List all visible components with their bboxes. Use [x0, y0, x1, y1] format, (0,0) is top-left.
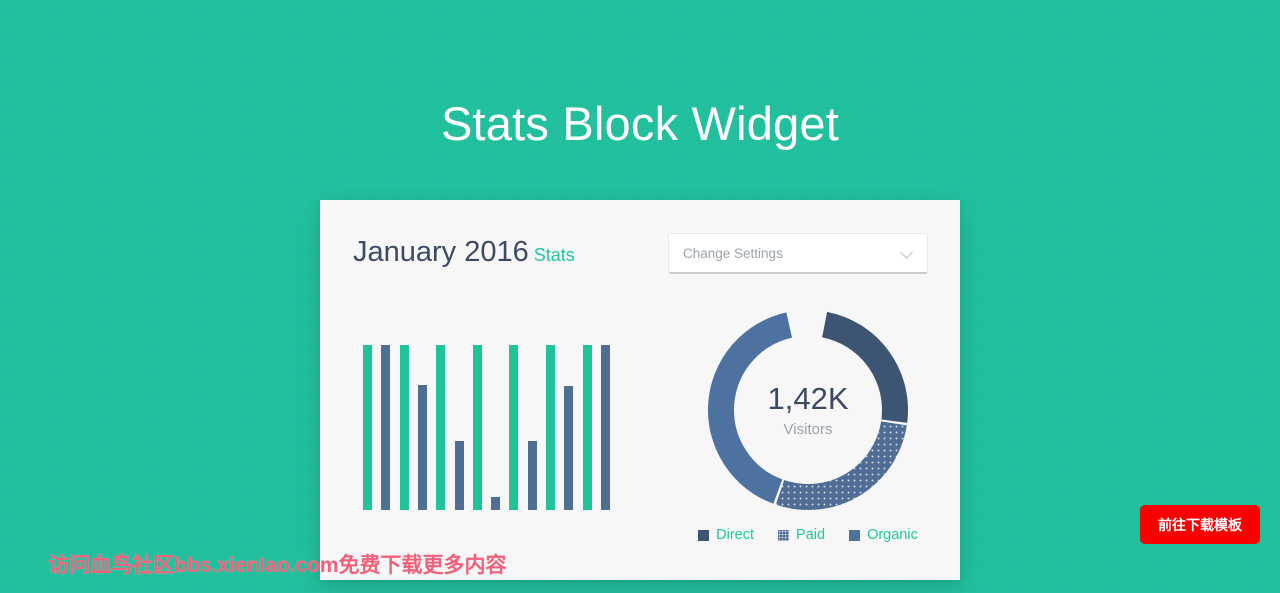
legend-item[interactable]: Paid	[778, 527, 825, 543]
legend-label: Organic	[867, 527, 918, 543]
settings-select[interactable]: Change Settings	[668, 233, 928, 274]
bar-chart-bar	[527, 440, 537, 510]
bar-chart-bar	[564, 386, 574, 510]
bar-chart-bar	[381, 345, 391, 510]
page-title: Stats Block Widget	[440, 97, 840, 150]
legend-label: Paid	[796, 527, 826, 543]
donut-value: 1,42K	[767, 381, 849, 417]
card-heading: January 2016 Stats	[353, 236, 575, 269]
bar-chart-bar	[582, 345, 592, 510]
legend-swatch	[698, 529, 710, 541]
legend-item[interactable]: Organic	[849, 527, 918, 543]
legend-item[interactable]: Direct	[698, 527, 754, 543]
bar-chart	[363, 345, 613, 510]
settings-select-label: Change Settings	[683, 245, 783, 261]
bar-chart-bar	[472, 345, 482, 510]
download-template-button[interactable]: 前往下载模板	[1140, 505, 1260, 544]
bar-chart-bar	[454, 440, 464, 510]
chart-legend: Direct Paid Organic	[668, 527, 948, 543]
watermark-text: 访问血鸟社区bbs.xienIao.com免费下载更多内容	[48, 554, 507, 577]
legend-swatch	[849, 529, 861, 541]
bar-chart-bar	[491, 496, 501, 510]
bar-chart-bar	[600, 345, 610, 510]
heading-suffix: Stats	[533, 245, 575, 265]
stats-card: January 2016 Stats Change Settings 1,42K …	[320, 200, 960, 580]
legend-label: Direct	[716, 527, 755, 543]
chevron-down-icon	[901, 247, 913, 259]
heading-month: January 2016	[353, 236, 529, 268]
bar-chart-bar	[509, 345, 519, 510]
donut-chart: 1,42K Visitors	[703, 305, 913, 515]
bar-chart-bar	[436, 345, 446, 510]
bar-chart-bar	[399, 345, 409, 510]
bar-chart-bar	[417, 384, 427, 510]
donut-center: 1,42K Visitors	[703, 305, 913, 515]
donut-label: Visitors	[783, 420, 833, 438]
legend-swatch	[778, 529, 790, 541]
bar-chart-bar	[363, 345, 372, 510]
bar-chart-bar	[546, 345, 555, 510]
